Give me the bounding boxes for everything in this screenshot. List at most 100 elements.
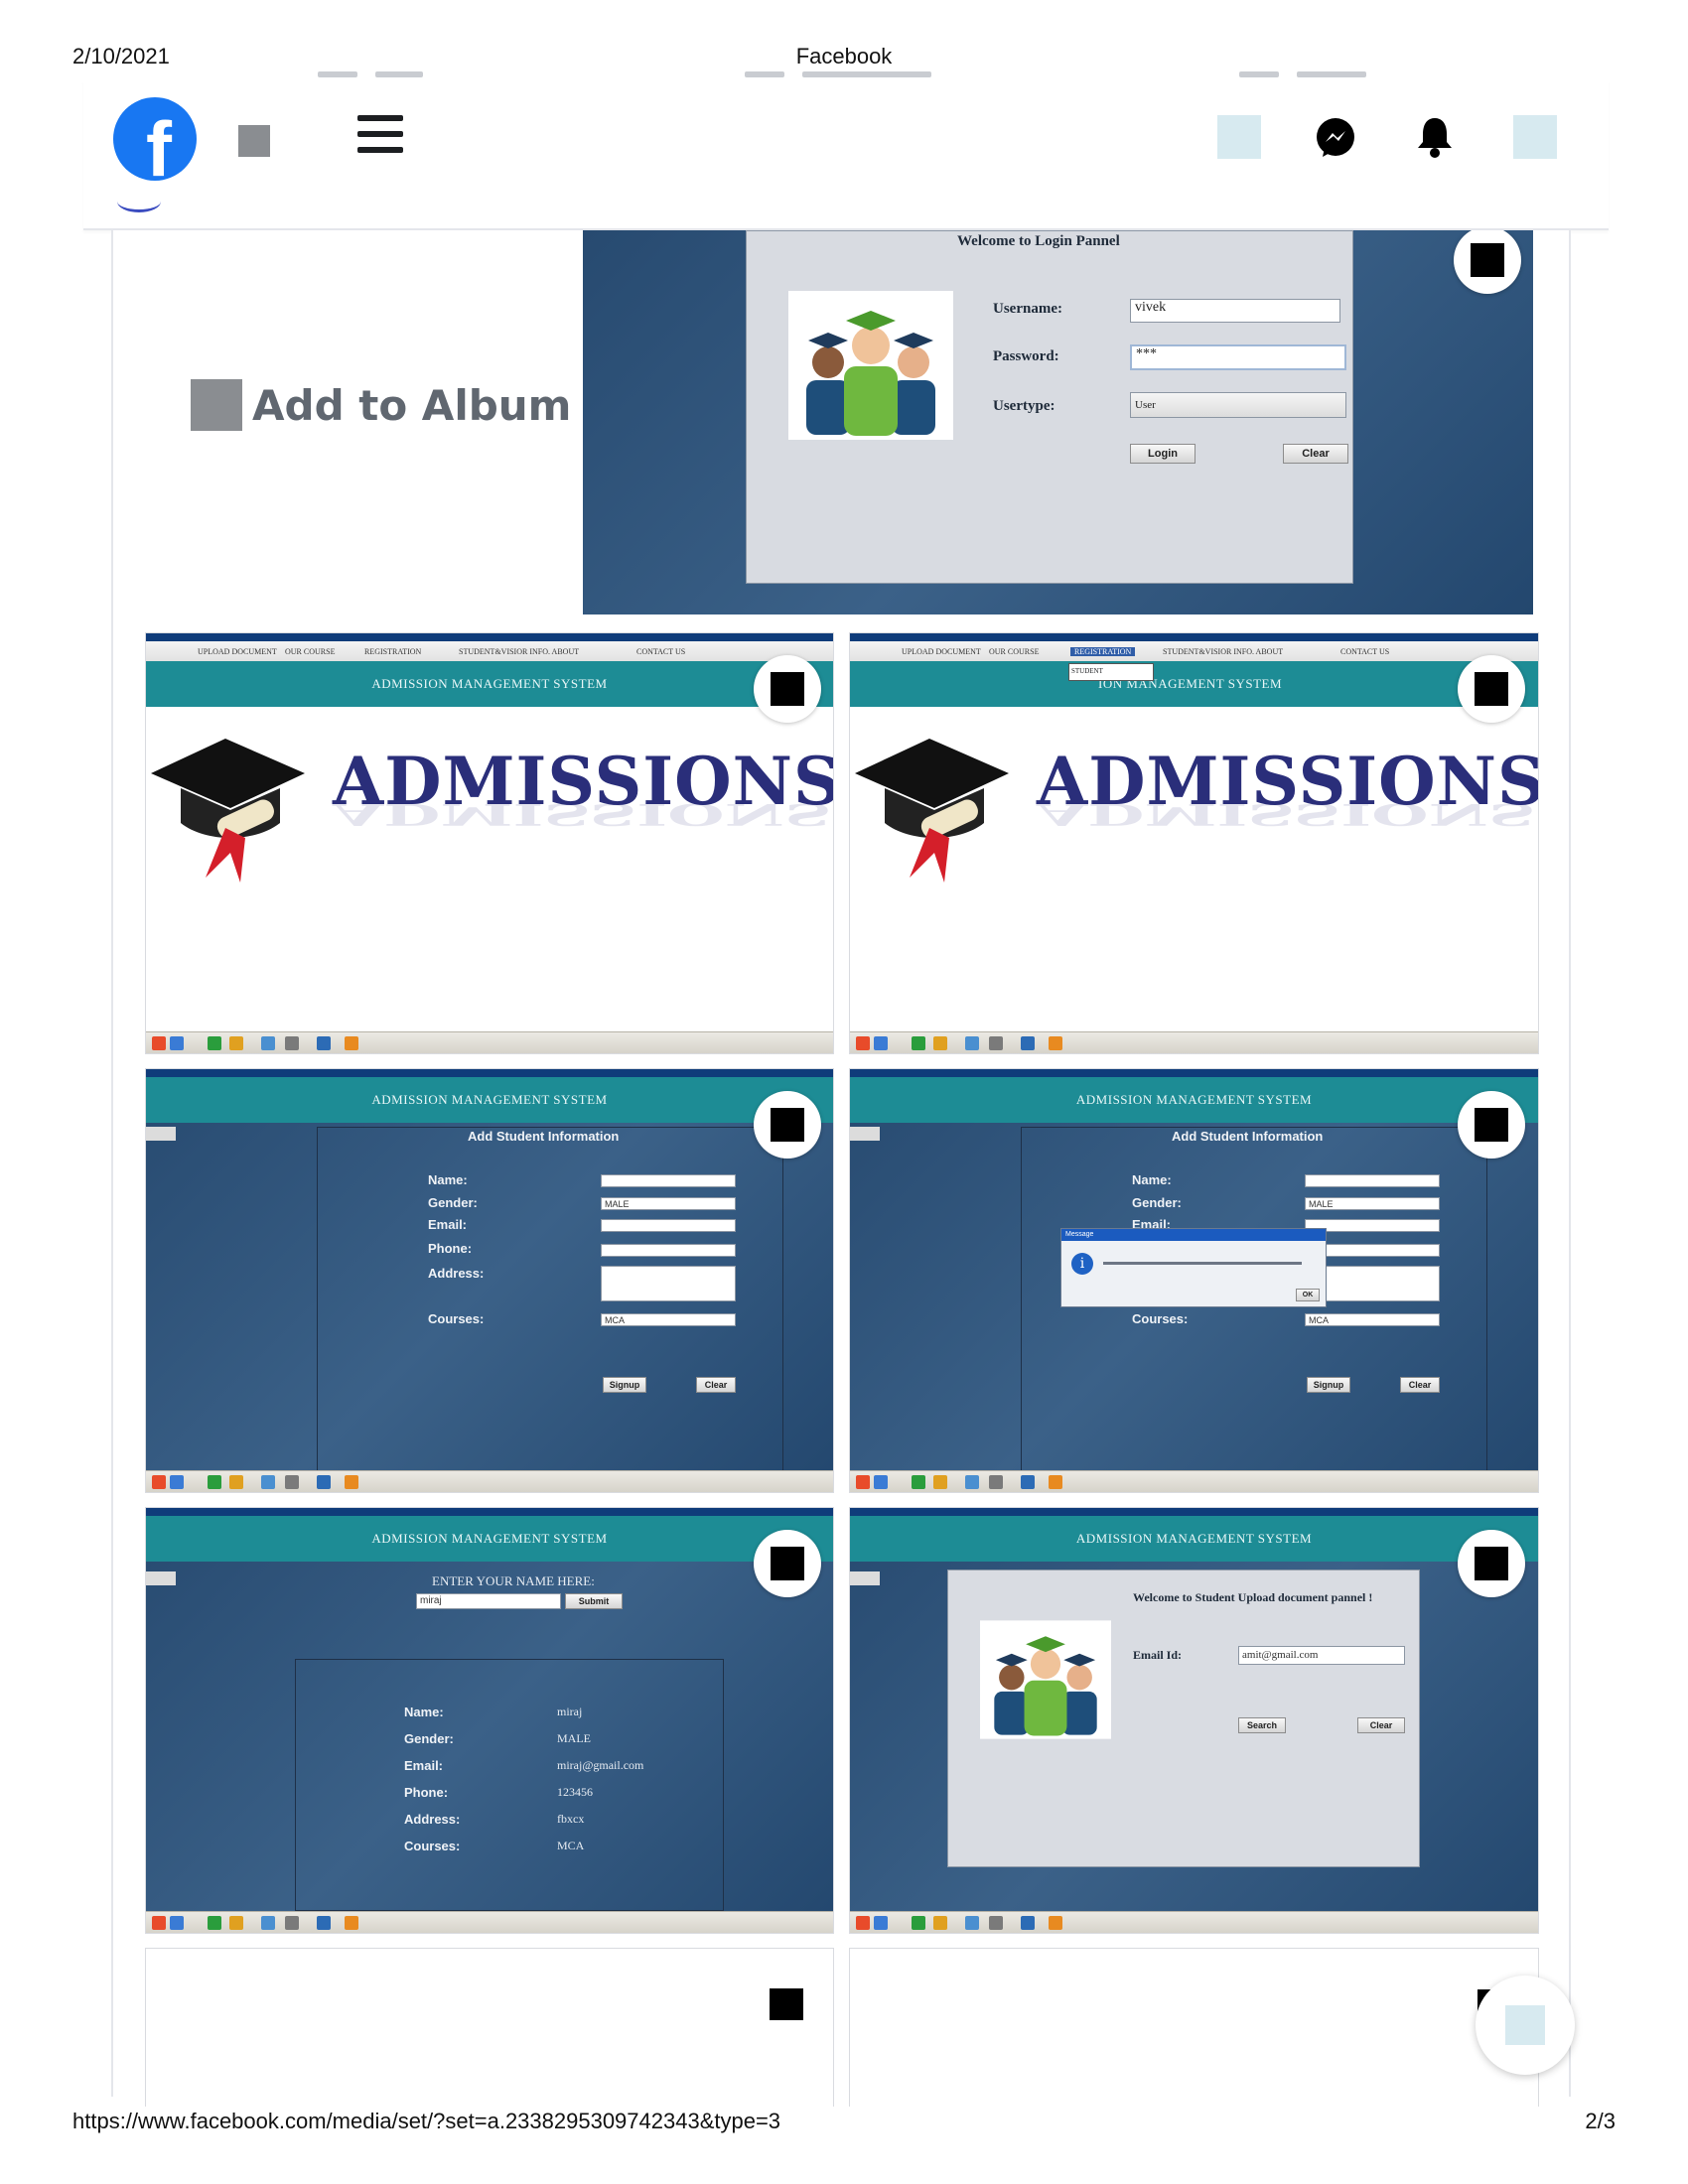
- usertype-select[interactable]: User: [1130, 392, 1346, 418]
- clear-button[interactable]: Clear: [1400, 1377, 1440, 1393]
- graduation-cap-icon: [855, 739, 1009, 883]
- photo-options-button[interactable]: [1458, 1530, 1525, 1597]
- courses-label: Courses:: [1132, 1311, 1189, 1326]
- side-button[interactable]: [146, 1571, 176, 1585]
- address-label: Address:: [428, 1266, 485, 1281]
- print-footer: https://www.facebook.com/media/set/?set=…: [72, 2109, 1616, 2136]
- top-navigation-bar: f: [83, 81, 1609, 230]
- menu-icon[interactable]: [357, 115, 403, 161]
- menu-upload[interactable]: UPLOAD DOCUMENT: [198, 647, 277, 656]
- menu-bar: UPLOAD DOCUMENT OUR COURSE REGISTRATION …: [850, 641, 1538, 661]
- gender-select[interactable]: MALE: [1305, 1197, 1440, 1210]
- floating-chat-button[interactable]: [1476, 1976, 1575, 2075]
- menu-contact[interactable]: CONTACT US: [636, 647, 685, 656]
- side-button[interactable]: [850, 1127, 880, 1141]
- dropdown-student-item[interactable]: STUDENT: [1071, 667, 1103, 675]
- photo-admissions-dropdown[interactable]: UPLOAD DOCUMENT OUR COURSE REGISTRATION …: [849, 632, 1539, 1054]
- email-label: Email:: [428, 1217, 468, 1232]
- courses-select[interactable]: MCA: [601, 1313, 736, 1326]
- graduates-image: [788, 291, 953, 440]
- clear-button[interactable]: Clear: [1357, 1717, 1405, 1733]
- banner: ADMISSION MANAGEMENT SYSTEM: [850, 1077, 1538, 1123]
- phone-field[interactable]: [601, 1244, 736, 1257]
- username-field[interactable]: vivek: [1130, 299, 1340, 323]
- courses-select[interactable]: MCA: [1305, 1313, 1440, 1326]
- photo-options-button[interactable]: [1458, 655, 1525, 723]
- signup-button[interactable]: Signup: [603, 1377, 646, 1393]
- result-courses-label: Courses:: [404, 1839, 461, 1853]
- menu-contact[interactable]: CONTACT US: [1340, 647, 1389, 656]
- signup-button[interactable]: Signup: [1307, 1377, 1350, 1393]
- photo-options-button[interactable]: [754, 1091, 821, 1159]
- result-courses-value: MCA: [557, 1839, 585, 1852]
- account-icon[interactable]: [1513, 115, 1557, 159]
- name-field[interactable]: [1305, 1174, 1440, 1187]
- form-heading: Add Student Information: [468, 1129, 620, 1144]
- menu-course[interactable]: OUR COURSE: [989, 647, 1039, 656]
- graduates-image: [980, 1620, 1111, 1739]
- graduation-cap-icon: [151, 739, 305, 883]
- clear-button[interactable]: Clear: [1283, 444, 1348, 464]
- photo-placeholder[interactable]: [849, 1948, 1539, 2107]
- side-button[interactable]: [850, 1571, 880, 1585]
- photo-upload-document[interactable]: ADMISSION MANAGEMENT SYSTEM Welcome to S…: [849, 1507, 1539, 1934]
- profile-arc: [117, 191, 161, 212]
- gender-label: Gender:: [1132, 1195, 1182, 1210]
- search-button[interactable]: Search: [1238, 1717, 1286, 1733]
- result-phone-value: 123456: [557, 1785, 593, 1799]
- clear-button[interactable]: Clear: [696, 1377, 736, 1393]
- cut-off-tabs: [0, 71, 1688, 81]
- message-dialog: Message i OK: [1060, 1228, 1327, 1307]
- name-field[interactable]: [601, 1174, 736, 1187]
- login-window: Welcome to Login Pannel Username: vivek …: [746, 230, 1353, 584]
- email-field[interactable]: [601, 1219, 736, 1232]
- result-panel: [295, 1659, 724, 1911]
- add-to-album-label: Add to Album: [252, 380, 572, 430]
- registration-dropdown[interactable]: STUDENT: [1068, 663, 1154, 681]
- menu-registration[interactable]: REGISTRATION: [1070, 647, 1136, 656]
- usertype-label: Usertype:: [993, 398, 1055, 414]
- photo-search-student[interactable]: ADMISSION MANAGEMENT SYSTEM ENTER YOUR N…: [145, 1507, 834, 1934]
- menu-course[interactable]: OUR COURSE: [285, 647, 335, 656]
- banner: ION MANAGEMENT SYSTEM: [850, 661, 1538, 707]
- banner: ADMISSION MANAGEMENT SYSTEM: [146, 1516, 833, 1562]
- photo-login-panel[interactable]: Welcome to Login Pannel Username: vivek …: [583, 230, 1533, 614]
- notifications-bell-icon[interactable]: [1414, 115, 1456, 159]
- window-title-bar: [146, 633, 833, 641]
- login-button[interactable]: Login: [1130, 444, 1196, 464]
- photo-admissions-home[interactable]: UPLOAD DOCUMENT OUR COURSE REGISTRATION …: [145, 632, 834, 1054]
- name-search-field[interactable]: miraj: [416, 1593, 561, 1609]
- email-id-label: Email Id:: [1133, 1648, 1183, 1662]
- window-title-bar: [146, 1508, 833, 1516]
- submit-button[interactable]: Submit: [565, 1593, 623, 1609]
- courses-label: Courses:: [428, 1311, 485, 1326]
- photo-options-button[interactable]: [754, 1530, 821, 1597]
- dialog-ok-button[interactable]: OK: [1296, 1289, 1320, 1301]
- print-url: https://www.facebook.com/media/set/?set=…: [72, 2109, 781, 2133]
- window-title-bar: [850, 1069, 1538, 1077]
- menu-info[interactable]: STUDENT&VISIOR INFO. ABOUT: [459, 647, 579, 656]
- photo-options-button[interactable]: [1454, 230, 1521, 294]
- photo-add-student[interactable]: ADMISSION MANAGEMENT SYSTEM Add Student …: [145, 1068, 834, 1493]
- create-icon[interactable]: [1217, 115, 1261, 159]
- upload-heading: Welcome to Student Upload document panne…: [1133, 1590, 1373, 1604]
- photo-options-button[interactable]: [1458, 1091, 1525, 1159]
- facebook-logo-icon[interactable]: f: [113, 97, 197, 181]
- add-to-album-button[interactable]: Add to Album: [191, 379, 571, 431]
- gender-select[interactable]: MALE: [601, 1197, 736, 1210]
- menu-upload[interactable]: UPLOAD DOCUMENT: [902, 647, 981, 656]
- photo-options-icon[interactable]: [770, 1988, 803, 2020]
- messenger-icon[interactable]: [1315, 117, 1356, 159]
- password-field[interactable]: ***: [1130, 344, 1346, 370]
- menu-registration[interactable]: REGISTRATION: [364, 647, 421, 656]
- address-field[interactable]: [601, 1266, 736, 1301]
- side-button[interactable]: [146, 1127, 176, 1141]
- menu-info[interactable]: STUDENT&VISIOR INFO. ABOUT: [1163, 647, 1283, 656]
- photo-options-button[interactable]: [754, 655, 821, 723]
- result-address-label: Address:: [404, 1812, 461, 1827]
- email-id-field[interactable]: amit@gmail.com: [1238, 1646, 1405, 1665]
- search-icon[interactable]: [238, 125, 270, 157]
- banner: ADMISSION MANAGEMENT SYSTEM: [850, 1516, 1538, 1562]
- photo-placeholder[interactable]: [145, 1948, 834, 2107]
- photo-add-student-message[interactable]: ADMISSION MANAGEMENT SYSTEM Add Student …: [849, 1068, 1539, 1493]
